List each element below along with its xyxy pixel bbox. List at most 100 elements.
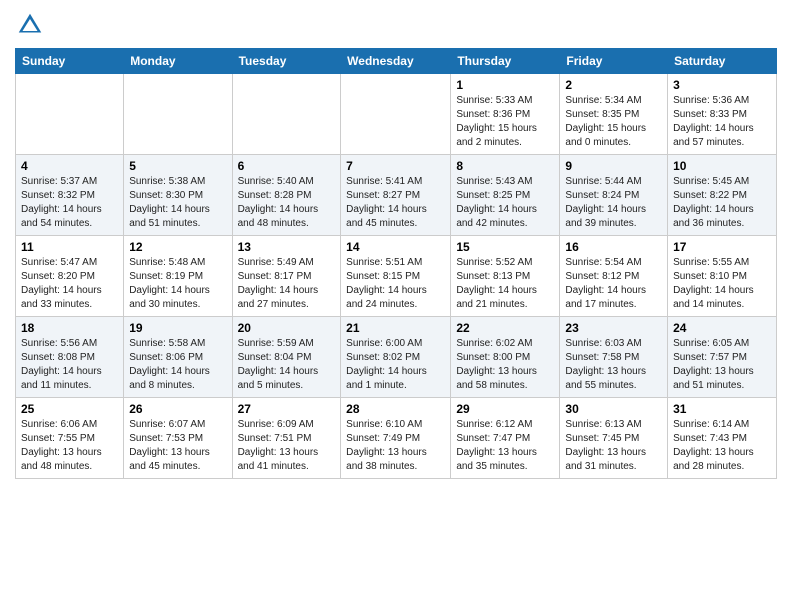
day-info: Sunrise: 6:02 AM Sunset: 8:00 PM Dayligh… xyxy=(456,337,554,393)
header xyxy=(15,10,777,40)
calendar-cell: 4 Sunrise: 5:37 AM Sunset: 8:32 PM Daylig… xyxy=(16,155,124,236)
day-info: Sunrise: 6:12 AM Sunset: 7:47 PM Dayligh… xyxy=(456,418,554,474)
day-info: Sunrise: 5:59 AM Sunset: 8:04 PM Dayligh… xyxy=(238,337,336,393)
day-number: 6 xyxy=(238,159,336,173)
day-info: Sunrise: 5:33 AM Sunset: 8:36 PM Dayligh… xyxy=(456,94,554,150)
calendar-week-row: 25 Sunrise: 6:06 AM Sunset: 7:55 PM Dayli… xyxy=(16,398,777,479)
calendar-cell: 27 Sunrise: 6:09 AM Sunset: 7:51 PM Dayli… xyxy=(232,398,341,479)
day-number: 18 xyxy=(21,321,118,335)
calendar-cell: 21 Sunrise: 6:00 AM Sunset: 8:02 PM Dayli… xyxy=(341,317,451,398)
calendar-cell: 20 Sunrise: 5:59 AM Sunset: 8:04 PM Dayli… xyxy=(232,317,341,398)
day-info: Sunrise: 6:14 AM Sunset: 7:43 PM Dayligh… xyxy=(673,418,771,474)
weekday-header: Thursday xyxy=(451,49,560,74)
day-number: 2 xyxy=(565,78,662,92)
weekday-row: SundayMondayTuesdayWednesdayThursdayFrid… xyxy=(16,49,777,74)
day-info: Sunrise: 6:06 AM Sunset: 7:55 PM Dayligh… xyxy=(21,418,118,474)
calendar-cell: 30 Sunrise: 6:13 AM Sunset: 7:45 PM Dayli… xyxy=(560,398,668,479)
day-number: 25 xyxy=(21,402,118,416)
calendar-cell: 25 Sunrise: 6:06 AM Sunset: 7:55 PM Dayli… xyxy=(16,398,124,479)
weekday-header: Sunday xyxy=(16,49,124,74)
day-number: 16 xyxy=(565,240,662,254)
day-number: 21 xyxy=(346,321,445,335)
day-info: Sunrise: 5:36 AM Sunset: 8:33 PM Dayligh… xyxy=(673,94,771,150)
day-number: 23 xyxy=(565,321,662,335)
calendar-cell: 2 Sunrise: 5:34 AM Sunset: 8:35 PM Daylig… xyxy=(560,74,668,155)
day-info: Sunrise: 5:56 AM Sunset: 8:08 PM Dayligh… xyxy=(21,337,118,393)
day-number: 11 xyxy=(21,240,118,254)
day-info: Sunrise: 6:13 AM Sunset: 7:45 PM Dayligh… xyxy=(565,418,662,474)
day-number: 3 xyxy=(673,78,771,92)
day-info: Sunrise: 5:48 AM Sunset: 8:19 PM Dayligh… xyxy=(129,256,226,312)
calendar-cell: 5Sunrise: 5:38 AM Sunset: 8:30 PM Daylig… xyxy=(124,155,232,236)
calendar-cell: 28Sunrise: 6:10 AM Sunset: 7:49 PM Dayli… xyxy=(341,398,451,479)
day-info: Sunrise: 5:49 AM Sunset: 8:17 PM Dayligh… xyxy=(238,256,336,312)
day-number: 31 xyxy=(673,402,771,416)
day-info: Sunrise: 5:43 AM Sunset: 8:25 PM Dayligh… xyxy=(456,175,554,231)
day-number: 13 xyxy=(238,240,336,254)
day-number: 15 xyxy=(456,240,554,254)
day-info: Sunrise: 5:37 AM Sunset: 8:32 PM Dayligh… xyxy=(21,175,118,231)
day-number: 8 xyxy=(456,159,554,173)
day-info: Sunrise: 5:55 AM Sunset: 8:10 PM Dayligh… xyxy=(673,256,771,312)
day-info: Sunrise: 6:10 AM Sunset: 7:49 PM Dayligh… xyxy=(346,418,445,474)
calendar-cell: 3 Sunrise: 5:36 AM Sunset: 8:33 PM Daylig… xyxy=(668,74,777,155)
calendar-cell: 31 Sunrise: 6:14 AM Sunset: 7:43 PM Dayli… xyxy=(668,398,777,479)
day-info: Sunrise: 6:05 AM Sunset: 7:57 PM Dayligh… xyxy=(673,337,771,393)
day-number: 12 xyxy=(129,240,226,254)
day-info: Sunrise: 6:09 AM Sunset: 7:51 PM Dayligh… xyxy=(238,418,336,474)
calendar-cell: 15 Sunrise: 5:52 AM Sunset: 8:13 PM Dayli… xyxy=(451,236,560,317)
logo-icon xyxy=(15,10,45,40)
day-number: 14 xyxy=(346,240,445,254)
calendar-week-row: 1 Sunrise: 5:33 AM Sunset: 8:36 PM Daylig… xyxy=(16,74,777,155)
day-info: Sunrise: 5:47 AM Sunset: 8:20 PM Dayligh… xyxy=(21,256,118,312)
day-info: Sunrise: 5:44 AM Sunset: 8:24 PM Dayligh… xyxy=(565,175,662,231)
calendar-body: 1 Sunrise: 5:33 AM Sunset: 8:36 PM Daylig… xyxy=(16,74,777,479)
calendar-header: SundayMondayTuesdayWednesdayThursdayFrid… xyxy=(16,49,777,74)
day-info: Sunrise: 5:45 AM Sunset: 8:22 PM Dayligh… xyxy=(673,175,771,231)
day-number: 27 xyxy=(238,402,336,416)
calendar-table: SundayMondayTuesdayWednesdayThursdayFrid… xyxy=(15,48,777,479)
calendar-cell: 24Sunrise: 6:05 AM Sunset: 7:57 PM Dayli… xyxy=(668,317,777,398)
day-info: Sunrise: 5:34 AM Sunset: 8:35 PM Dayligh… xyxy=(565,94,662,150)
weekday-header: Friday xyxy=(560,49,668,74)
calendar-cell: 26 Sunrise: 6:07 AM Sunset: 7:53 PM Dayli… xyxy=(124,398,232,479)
day-number: 19 xyxy=(129,321,226,335)
calendar-cell: 10 Sunrise: 5:45 AM Sunset: 8:22 PM Dayli… xyxy=(668,155,777,236)
day-info: Sunrise: 5:38 AM Sunset: 8:30 PM Dayligh… xyxy=(129,175,226,231)
weekday-header: Saturday xyxy=(668,49,777,74)
calendar-cell: 6Sunrise: 5:40 AM Sunset: 8:28 PM Daylig… xyxy=(232,155,341,236)
calendar-cell: 17 Sunrise: 5:55 AM Sunset: 8:10 PM Dayli… xyxy=(668,236,777,317)
day-number: 26 xyxy=(129,402,226,416)
calendar-cell: 9Sunrise: 5:44 AM Sunset: 8:24 PM Daylig… xyxy=(560,155,668,236)
weekday-header: Monday xyxy=(124,49,232,74)
calendar-cell: 23 Sunrise: 6:03 AM Sunset: 7:58 PM Dayli… xyxy=(560,317,668,398)
day-number: 17 xyxy=(673,240,771,254)
day-info: Sunrise: 6:07 AM Sunset: 7:53 PM Dayligh… xyxy=(129,418,226,474)
calendar-cell: 19 Sunrise: 5:58 AM Sunset: 8:06 PM Dayli… xyxy=(124,317,232,398)
day-number: 30 xyxy=(565,402,662,416)
day-info: Sunrise: 5:54 AM Sunset: 8:12 PM Dayligh… xyxy=(565,256,662,312)
day-info: Sunrise: 5:58 AM Sunset: 8:06 PM Dayligh… xyxy=(129,337,226,393)
calendar-cell xyxy=(16,74,124,155)
weekday-header: Wednesday xyxy=(341,49,451,74)
day-info: Sunrise: 5:52 AM Sunset: 8:13 PM Dayligh… xyxy=(456,256,554,312)
day-number: 29 xyxy=(456,402,554,416)
day-number: 7 xyxy=(346,159,445,173)
calendar-cell: 12 Sunrise: 5:48 AM Sunset: 8:19 PM Dayli… xyxy=(124,236,232,317)
calendar-cell xyxy=(232,74,341,155)
day-number: 1 xyxy=(456,78,554,92)
calendar-cell: 16 Sunrise: 5:54 AM Sunset: 8:12 PM Dayli… xyxy=(560,236,668,317)
calendar-cell xyxy=(341,74,451,155)
day-number: 20 xyxy=(238,321,336,335)
day-number: 4 xyxy=(21,159,118,173)
day-info: Sunrise: 5:41 AM Sunset: 8:27 PM Dayligh… xyxy=(346,175,445,231)
weekday-header: Tuesday xyxy=(232,49,341,74)
calendar-cell: 22Sunrise: 6:02 AM Sunset: 8:00 PM Dayli… xyxy=(451,317,560,398)
day-info: Sunrise: 6:00 AM Sunset: 8:02 PM Dayligh… xyxy=(346,337,445,393)
day-number: 10 xyxy=(673,159,771,173)
calendar-cell: 11 Sunrise: 5:47 AM Sunset: 8:20 PM Dayli… xyxy=(16,236,124,317)
day-info: Sunrise: 6:03 AM Sunset: 7:58 PM Dayligh… xyxy=(565,337,662,393)
calendar-cell xyxy=(124,74,232,155)
calendar-cell: 7 Sunrise: 5:41 AM Sunset: 8:27 PM Daylig… xyxy=(341,155,451,236)
calendar-cell: 18 Sunrise: 5:56 AM Sunset: 8:08 PM Dayli… xyxy=(16,317,124,398)
